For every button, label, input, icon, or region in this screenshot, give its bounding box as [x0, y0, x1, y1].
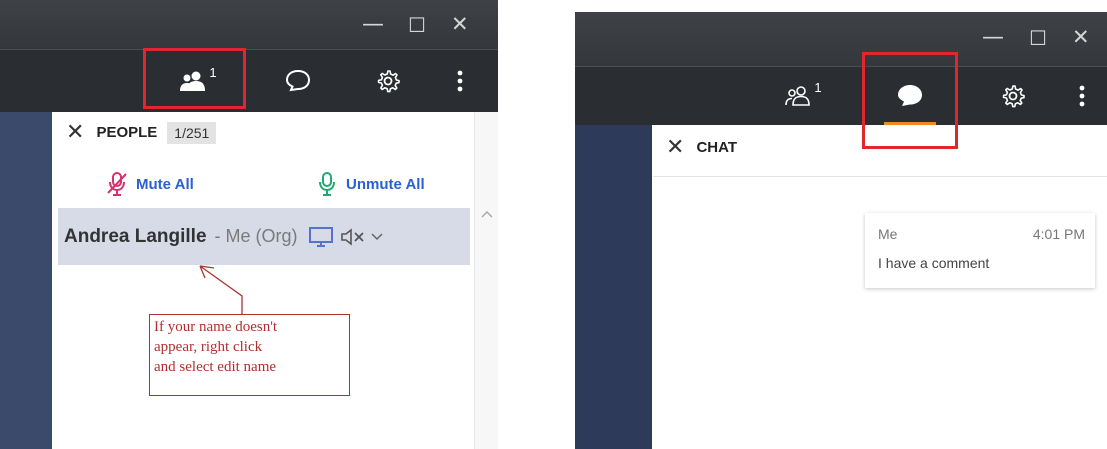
- participant-count-badge: 1/251: [167, 121, 217, 144]
- header-divider: [653, 176, 1107, 177]
- more-vertical-icon: [457, 70, 463, 92]
- participants-icon: [785, 86, 811, 106]
- scrollbar[interactable]: [474, 112, 498, 449]
- unmute-all-label: Unmute All: [346, 175, 425, 193]
- close-panel-icon[interactable]: ✕: [66, 120, 84, 145]
- chat-message[interactable]: Me 4:01 PM I have a comment: [865, 213, 1095, 288]
- participants-button[interactable]: 1: [773, 67, 833, 125]
- side-strip: [575, 125, 652, 449]
- close-window-button[interactable]: ✕: [451, 12, 469, 36]
- chat-title: CHAT: [696, 139, 737, 156]
- people-window: — ☐ ✕ 1 ✕ PEOPLE 1/251 Mute All Unmute A…: [0, 0, 498, 449]
- annotation-line-2: appear, right click: [154, 339, 263, 355]
- participant-row[interactable]: Andrea Langille - Me (Org): [58, 208, 470, 265]
- participants-count: 1: [814, 79, 822, 95]
- mute-all-label: Mute All: [136, 175, 194, 193]
- message-time: 4:01 PM: [1032, 226, 1085, 242]
- highlight-box: [862, 52, 958, 149]
- message-sender: Me: [878, 226, 898, 242]
- more-vertical-icon: [1079, 85, 1085, 107]
- annotation-note: If your name doesn't appear, right click…: [149, 314, 350, 396]
- maximize-button[interactable]: ☐: [1029, 26, 1047, 50]
- chevron-down-icon[interactable]: [370, 232, 384, 242]
- minimize-button[interactable]: —: [982, 25, 1004, 50]
- title-bar: — ☐ ✕: [575, 12, 1107, 66]
- chat-header: ✕ CHAT: [666, 135, 737, 160]
- microphone-icon: [319, 172, 335, 196]
- screen-share-icon: [308, 226, 333, 247]
- more-options-button[interactable]: [1067, 67, 1097, 125]
- people-title: PEOPLE: [96, 124, 158, 141]
- annotation-arrow: [199, 265, 243, 314]
- toolbar: 1: [0, 49, 498, 112]
- unmute-all-button[interactable]: Unmute All: [316, 171, 425, 197]
- gear-icon: [377, 70, 400, 93]
- close-window-button[interactable]: ✕: [1072, 25, 1090, 49]
- gear-icon: [1002, 85, 1025, 108]
- settings-button[interactable]: [363, 50, 413, 112]
- maximize-button[interactable]: ☐: [408, 13, 426, 37]
- participant-role: - Me (Org): [214, 226, 298, 246]
- microphone-muted-icon: [107, 172, 127, 196]
- chat-window: — ☐ ✕ 1 ✕ CHAT Me 4:01 PM I have a comme…: [575, 0, 1107, 449]
- mute-all-button[interactable]: Mute All: [106, 171, 194, 197]
- message-text: I have a comment: [878, 255, 990, 271]
- minimize-button[interactable]: —: [362, 12, 384, 37]
- more-options-button[interactable]: [445, 50, 475, 112]
- annotation-line-1: If your name doesn't: [154, 319, 278, 335]
- toolbar: 1: [575, 66, 1107, 125]
- settings-button[interactable]: [988, 67, 1038, 125]
- chat-icon: [285, 69, 311, 92]
- scroll-up-icon: [481, 210, 493, 218]
- speaker-muted-icon: [340, 227, 364, 246]
- title-bar: — ☐ ✕: [0, 0, 498, 49]
- people-header: ✕ PEOPLE 1/251: [66, 120, 217, 145]
- highlight-box: [143, 48, 246, 109]
- side-strip: [0, 112, 52, 449]
- annotation-line-3: and select edit name: [154, 359, 277, 375]
- participant-name: Andrea Langille: [64, 225, 207, 247]
- chat-button[interactable]: [268, 50, 328, 112]
- close-panel-icon[interactable]: ✕: [666, 135, 684, 160]
